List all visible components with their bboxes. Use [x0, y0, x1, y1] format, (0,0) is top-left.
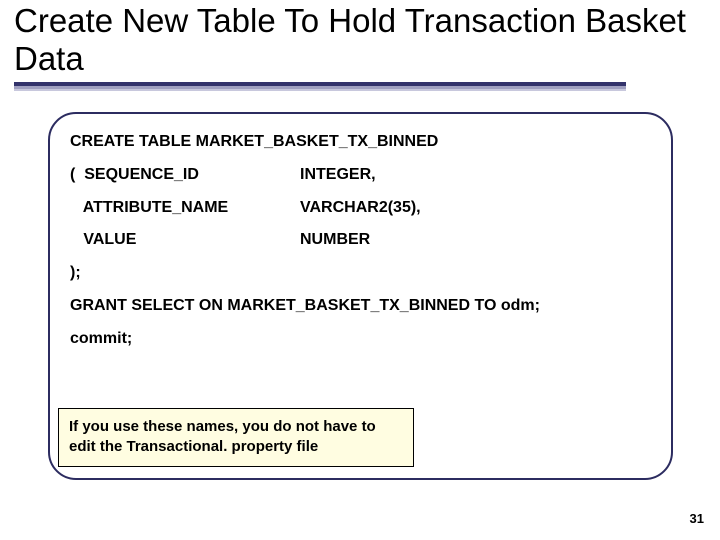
sql-col-type: NUMBER: [300, 228, 651, 253]
sql-col-name: VALUE: [70, 228, 300, 253]
note-text: If you use these names, you do not have …: [69, 418, 376, 455]
sql-create: CREATE TABLE MARKET_BASKET_TX_BINNED: [70, 130, 651, 155]
sql-block: CREATE TABLE MARKET_BASKET_TX_BINNED ( S…: [70, 130, 651, 352]
note-box: If you use these names, you do not have …: [58, 408, 414, 467]
title-underline: [14, 82, 626, 91]
sql-col-name: ( SEQUENCE_ID: [70, 163, 300, 188]
sql-col-row: ATTRIBUTE_NAME VARCHAR2(35),: [70, 196, 651, 221]
sql-col-row: ( SEQUENCE_ID INTEGER,: [70, 163, 651, 188]
slide: Create New Table To Hold Transaction Bas…: [0, 0, 720, 540]
slide-title: Create New Table To Hold Transaction Bas…: [14, 2, 700, 78]
page-number: 31: [690, 511, 704, 526]
sql-grant: GRANT SELECT ON MARKET_BASKET_TX_BINNED …: [70, 294, 651, 319]
sql-col-row: VALUE NUMBER: [70, 228, 651, 253]
sql-col-type: VARCHAR2(35),: [300, 196, 651, 221]
sql-close: );: [70, 261, 651, 286]
sql-commit: commit;: [70, 327, 651, 352]
sql-col-type: INTEGER,: [300, 163, 651, 188]
title-text: Create New Table To Hold Transaction Bas…: [14, 2, 686, 77]
sql-col-name: ATTRIBUTE_NAME: [70, 196, 300, 221]
